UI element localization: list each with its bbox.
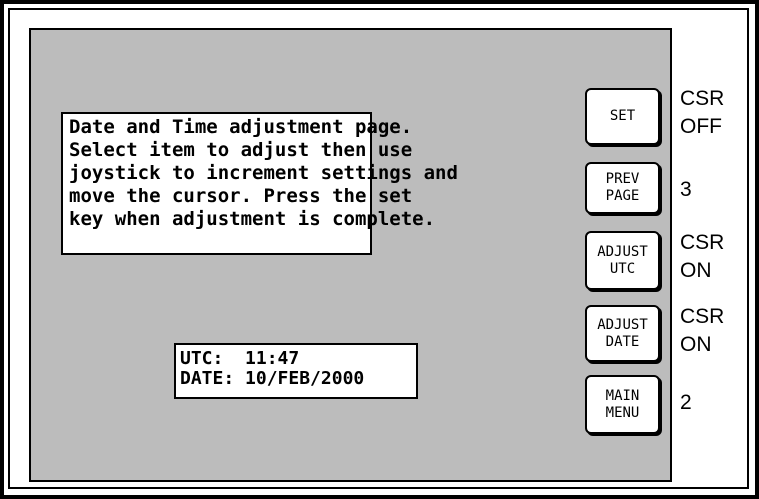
instruction-line: joystick to increment settings and: [69, 162, 458, 184]
adjust-utc-status-line1: CSR: [680, 231, 725, 254]
set-status-line1: CSR: [680, 87, 725, 110]
adjust-date-button-label-line1: ADJUST: [597, 316, 648, 333]
adjust-utc-button[interactable]: ADJUST UTC: [585, 231, 660, 290]
utc-label: UTC:: [180, 348, 224, 369]
instruction-line: move the cursor. Press the set: [69, 185, 413, 207]
prev-page-status: 3: [680, 176, 692, 204]
prev-page-button[interactable]: PREV PAGE: [585, 162, 660, 214]
date-value: 10/FEB/2000: [245, 368, 365, 389]
instruction-line: key when adjustment is complete.: [69, 208, 436, 230]
adjust-utc-button-label-line2: UTC: [609, 260, 636, 277]
set-status: CSR OFF: [680, 85, 724, 141]
adjust-utc-button-label-line1: ADJUST: [597, 243, 648, 260]
display-screen: [29, 28, 672, 482]
adjust-date-status: CSR ON: [680, 303, 724, 359]
adjust-date-status-line2: ON: [680, 333, 712, 356]
set-status-line2: OFF: [680, 115, 722, 138]
adjust-utc-status-line2: ON: [680, 259, 712, 282]
set-button-label: SET: [609, 108, 636, 124]
instruction-line: Date and Time adjustment page.: [69, 116, 413, 138]
adjust-date-button-label-line2: DATE: [605, 333, 640, 350]
date-row: DATE: 10/FEB/2000: [180, 369, 416, 389]
date-label: DATE:: [180, 368, 235, 389]
utc-value: 11:47: [245, 348, 300, 369]
prev-page-button-label-line2: PAGE: [605, 188, 640, 204]
prev-page-status-line1: 3: [680, 178, 692, 201]
instruction-line: Select item to adjust then use: [69, 139, 413, 161]
prev-page-button-label-line1: PREV: [605, 171, 640, 187]
main-menu-button[interactable]: MAIN MENU: [585, 375, 660, 434]
set-button[interactable]: SET: [585, 88, 660, 145]
main-menu-status-line1: 2: [680, 391, 692, 414]
instructions-panel: Date and Time adjustment page. Select it…: [61, 112, 458, 255]
clock-panel: UTC: 11:47 DATE: 10/FEB/2000: [174, 343, 418, 399]
main-menu-button-label-line2: MENU: [605, 404, 640, 421]
adjust-date-status-line1: CSR: [680, 305, 725, 328]
main-menu-button-label-line1: MAIN: [605, 387, 640, 404]
adjust-date-button[interactable]: ADJUST DATE: [585, 305, 660, 362]
utc-row: UTC: 11:47: [180, 349, 416, 369]
main-menu-status: 2: [680, 389, 692, 417]
adjust-utc-status: CSR ON: [680, 229, 724, 285]
